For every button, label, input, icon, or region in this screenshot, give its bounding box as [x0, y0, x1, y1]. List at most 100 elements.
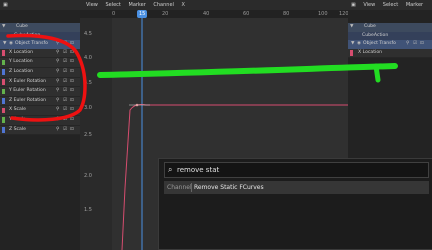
checkbox-icon[interactable]: ☑: [63, 49, 67, 58]
checkbox-icon[interactable]: ☑: [63, 97, 67, 106]
close-icon[interactable]: X: [182, 2, 185, 8]
checkbox-icon[interactable]: ☑: [63, 58, 67, 67]
channel-curve-row[interactable]: X Euler Rotation ⚲ ☑ ⊡: [0, 77, 80, 88]
curve-color-swatch: [2, 98, 5, 104]
wrench-icon[interactable]: ⚲: [56, 106, 59, 115]
wrench-icon[interactable]: ⚲: [406, 40, 409, 49]
channel-curve-row[interactable]: Y Euler Rotation ⚲ ☑ ⊡: [0, 87, 80, 97]
wrench-icon[interactable]: ⚲: [56, 116, 59, 125]
wrench-icon[interactable]: ⚲: [56, 126, 59, 135]
menu-select[interactable]: Select: [105, 2, 120, 8]
checkbox-icon[interactable]: ☑: [63, 78, 67, 87]
curve-label: Y Euler Rotation: [9, 88, 46, 94]
checkbox-icon[interactable]: ☑: [63, 116, 67, 125]
frame-tick: 120: [339, 11, 348, 17]
editor-type-icon-right[interactable]: ▣: [351, 2, 356, 8]
wrench-icon[interactable]: ⚲: [56, 97, 59, 106]
curve-label: X Location: [9, 49, 34, 55]
curve-color-swatch: [2, 79, 5, 85]
channel-curve-row[interactable]: Z Euler Rotation ⚲ ☑ ⊡: [0, 96, 80, 107]
lock-icon[interactable]: ⊡: [70, 49, 74, 58]
checkbox-icon[interactable]: ☑: [63, 40, 67, 49]
curve-color-swatch: [2, 117, 5, 123]
channel-curve-row[interactable]: Y Location ⚲ ☑ ⊡: [0, 58, 80, 68]
result-separator: [191, 183, 192, 192]
curve-color-swatch: [350, 50, 353, 56]
menu-select-right[interactable]: Select: [383, 2, 398, 8]
curve-label: Y Location: [9, 59, 33, 65]
curve-rows: X Location ⚲ ☑ ⊡ Y Location ⚲ ☑ ⊡ Z Location ⚲ ☑ ⊡ X…: [0, 48, 80, 136]
y-axis-tick: 1.5: [84, 207, 92, 213]
triangle-down-icon[interactable]: ▼: [3, 40, 6, 49]
lock-icon[interactable]: ⊡: [70, 97, 74, 106]
channel-curve-row[interactable]: X Location ⚲ ☑ ⊡: [0, 48, 80, 59]
channel-list-spacer: [0, 10, 80, 23]
checkbox-icon[interactable]: ☑: [63, 68, 67, 77]
checkbox-icon[interactable]: ☑: [63, 126, 67, 135]
wrench-icon[interactable]: ⚲: [56, 68, 59, 77]
eye-icon[interactable]: ◉: [357, 40, 361, 49]
curve-label: X Scale: [9, 107, 26, 113]
curve-color-swatch: [2, 50, 5, 56]
channel-curve-row[interactable]: Z Scale ⚲ ☑ ⊡: [0, 125, 80, 136]
search-icon: ⌕: [168, 165, 173, 174]
result-category: Channel: [167, 184, 192, 191]
lock-icon[interactable]: ⊡: [70, 68, 74, 77]
channel-curve-row[interactable]: Y Scale ⚲ ☑ ⊡: [0, 115, 80, 126]
checkbox-icon[interactable]: ☑: [63, 106, 67, 115]
search-result-row[interactable]: Channel Remove Static FCurves: [164, 181, 429, 194]
lock-icon[interactable]: ⊡: [70, 116, 74, 125]
lock-icon[interactable]: ⊡: [70, 87, 74, 96]
right-action-row[interactable]: CubeAction: [348, 31, 432, 41]
menu-marker[interactable]: Marker: [129, 2, 146, 8]
channel-group-row[interactable]: ▼ ◉ Object Transfo ⚲ ☑ ⊡: [0, 40, 80, 49]
channel-object-row[interactable]: ▼ Cube: [0, 23, 80, 32]
frame-tick: 80: [283, 11, 290, 17]
curve-color-swatch: [2, 69, 5, 75]
wrench-icon[interactable]: ⚲: [56, 58, 59, 67]
right-header: ▣ View Select Marker Channel: [348, 0, 432, 18]
graph-editor-header: View Select Marker Channel X: [80, 0, 348, 10]
menu-marker-right[interactable]: Marker: [406, 2, 423, 8]
channel-curve-row[interactable]: Z Location ⚲ ☑ ⊡: [0, 67, 80, 78]
menu-channel[interactable]: Channel: [153, 2, 174, 8]
channel-action-row[interactable]: CubeAction: [0, 31, 80, 41]
checkbox-icon[interactable]: ☑: [63, 87, 67, 96]
eye-icon[interactable]: ◉: [9, 40, 13, 49]
lock-icon[interactable]: ⊡: [420, 40, 424, 49]
wrench-icon[interactable]: ⚲: [56, 78, 59, 87]
action-name: CubeAction: [14, 32, 41, 38]
wrench-icon[interactable]: ⚲: [56, 49, 59, 58]
right-curve-row[interactable]: X Location: [348, 48, 432, 59]
y-axis-tick: 2.5: [84, 132, 92, 138]
menu-view-right[interactable]: View: [363, 2, 375, 8]
right-object-row[interactable]: ▼ Cube: [348, 23, 432, 32]
lock-icon[interactable]: ⊡: [70, 78, 74, 87]
frame-tick: 0: [112, 11, 116, 17]
curve-color-swatch: [2, 127, 5, 133]
channel-curve-row[interactable]: X Scale ⚲ ☑ ⊡: [0, 106, 80, 116]
y-axis-tick: 4.0: [84, 55, 92, 61]
current-frame-indicator[interactable]: 15: [137, 10, 148, 18]
lock-icon[interactable]: ⊡: [70, 106, 74, 115]
frame-tick: 20: [162, 11, 169, 17]
editor-type-icon[interactable]: ▣: [3, 2, 8, 8]
checkbox-icon[interactable]: ☑: [413, 40, 417, 49]
curve-color-swatch: [2, 88, 5, 95]
triangle-down-icon[interactable]: ▼: [350, 23, 353, 32]
menu-search-popup: ⌕ remove stat Channel Remove Static FCur…: [158, 158, 432, 250]
triangle-down-icon[interactable]: ▼: [2, 23, 5, 32]
menu-view[interactable]: View: [86, 2, 98, 8]
wrench-icon[interactable]: ⚲: [56, 40, 59, 49]
search-input[interactable]: ⌕ remove stat: [164, 162, 429, 178]
right-group-row[interactable]: ▼ ◉ Object Transfo ⚲ ☑ ⊡: [348, 40, 432, 49]
group-name: Object Transfo: [363, 41, 396, 47]
frame-ruler[interactable]: 0 20 40 60 80 100 120 15: [80, 10, 348, 18]
lock-icon[interactable]: ⊡: [70, 40, 74, 49]
frame-tick: 40: [203, 11, 210, 17]
wrench-icon[interactable]: ⚲: [56, 87, 59, 96]
curve-label: Y Scale: [9, 116, 26, 122]
lock-icon[interactable]: ⊡: [70, 58, 74, 67]
triangle-down-icon[interactable]: ▼: [351, 40, 354, 49]
lock-icon[interactable]: ⊡: [70, 126, 74, 135]
